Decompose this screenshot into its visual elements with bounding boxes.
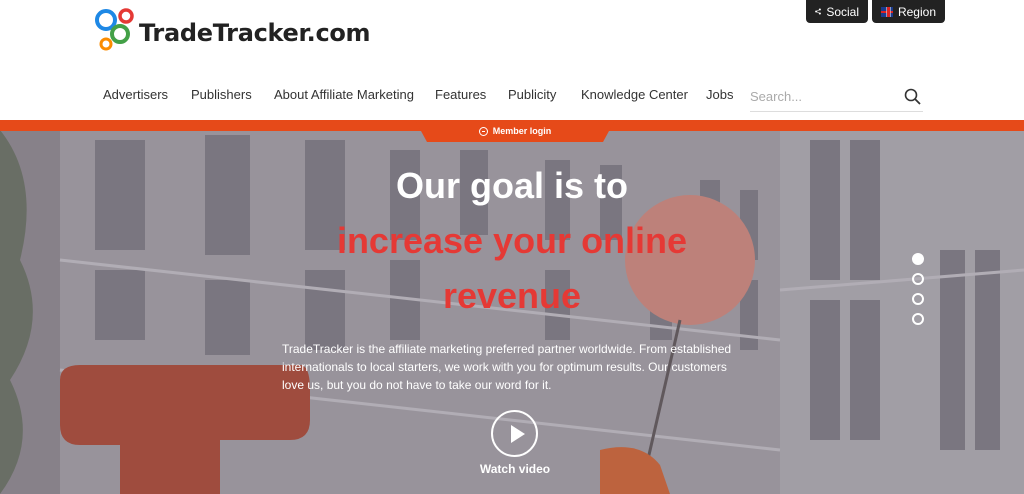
nav-item-publishers[interactable]: Publishers [191, 87, 252, 102]
member-login-label: Member login [492, 126, 552, 136]
nav-item-knowledge-center[interactable]: Knowledge Center [581, 87, 688, 102]
share-icon [815, 8, 821, 15]
uk-flag-icon [881, 6, 893, 17]
search-box [750, 82, 923, 112]
play-video-button[interactable] [491, 410, 538, 457]
nav-item-publicity[interactable]: Publicity [508, 87, 556, 102]
nav-item-features[interactable]: Features [435, 87, 486, 102]
login-icon [478, 126, 488, 136]
slider-dot-4[interactable] [912, 313, 924, 325]
region-button[interactable]: Region [872, 0, 945, 23]
search-input[interactable] [750, 82, 890, 110]
logo-rings-icon [95, 8, 134, 51]
logo-text: TradeTracker.com [139, 19, 371, 47]
slider-dot-3[interactable] [912, 293, 924, 305]
hero-headline-line3: revenue [442, 275, 582, 316]
social-label: Social [826, 4, 859, 19]
hero-headline-line2: increase your online [336, 220, 688, 261]
member-login-button[interactable]: Member login [415, 120, 615, 142]
slider-dot-2[interactable] [912, 273, 924, 285]
tradetracker-logo[interactable]: TradeTracker.com [95, 7, 385, 53]
slider-dots [912, 253, 926, 333]
site-header: TradeTracker.com Social Region Advertise… [0, 0, 1024, 120]
hero-banner: Member login Our goal is to increase you… [0, 120, 1024, 494]
nav-item-advertisers[interactable]: Advertisers [103, 87, 168, 102]
search-icon[interactable] [904, 88, 921, 105]
watch-video-label[interactable]: Watch video [460, 462, 570, 476]
nav-item-about-affiliate-marketing[interactable]: About Affiliate Marketing [274, 87, 414, 102]
nav-item-jobs[interactable]: Jobs [706, 87, 733, 102]
region-label: Region [897, 4, 936, 19]
hero-description: TradeTracker is the affiliate marketing … [282, 342, 732, 392]
slider-dot-1[interactable] [912, 253, 924, 265]
social-button[interactable]: Social [806, 0, 868, 23]
hero-headline-line1: Our goal is to [395, 165, 628, 206]
